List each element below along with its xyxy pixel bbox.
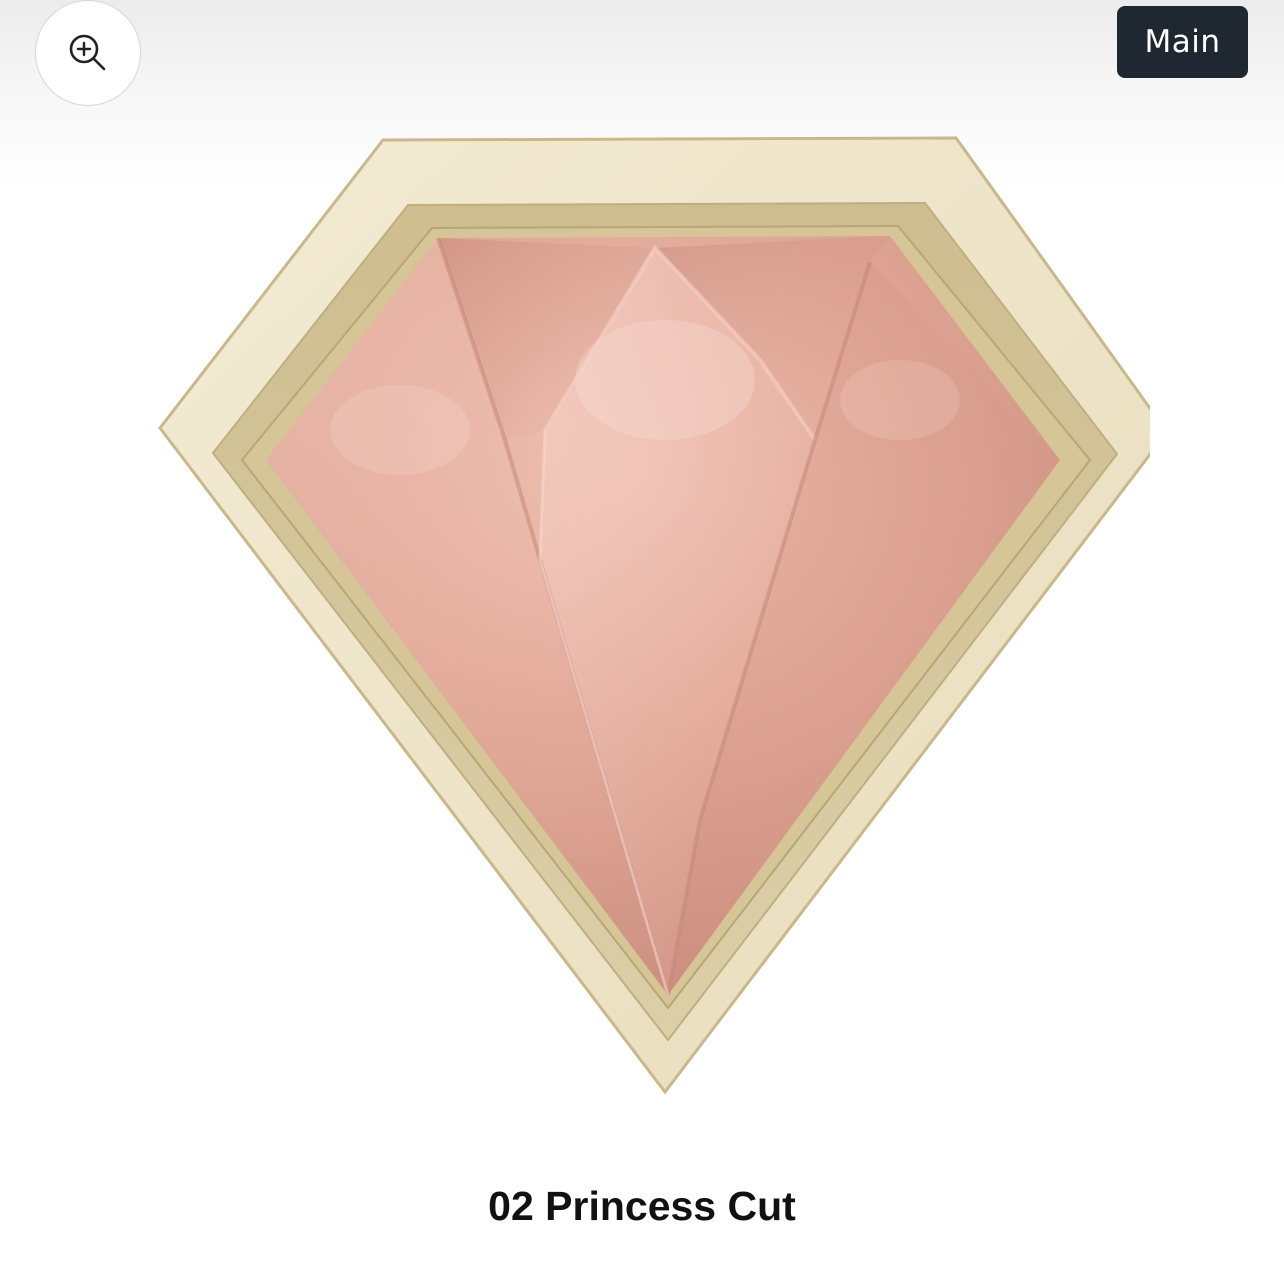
zoom-in-icon bbox=[69, 34, 106, 71]
shade-caption: 02 Princess Cut bbox=[488, 1183, 796, 1229]
zoom-button[interactable] bbox=[35, 0, 141, 106]
product-image bbox=[158, 136, 1150, 1095]
main-image-badge[interactable]: Main bbox=[1117, 6, 1248, 78]
